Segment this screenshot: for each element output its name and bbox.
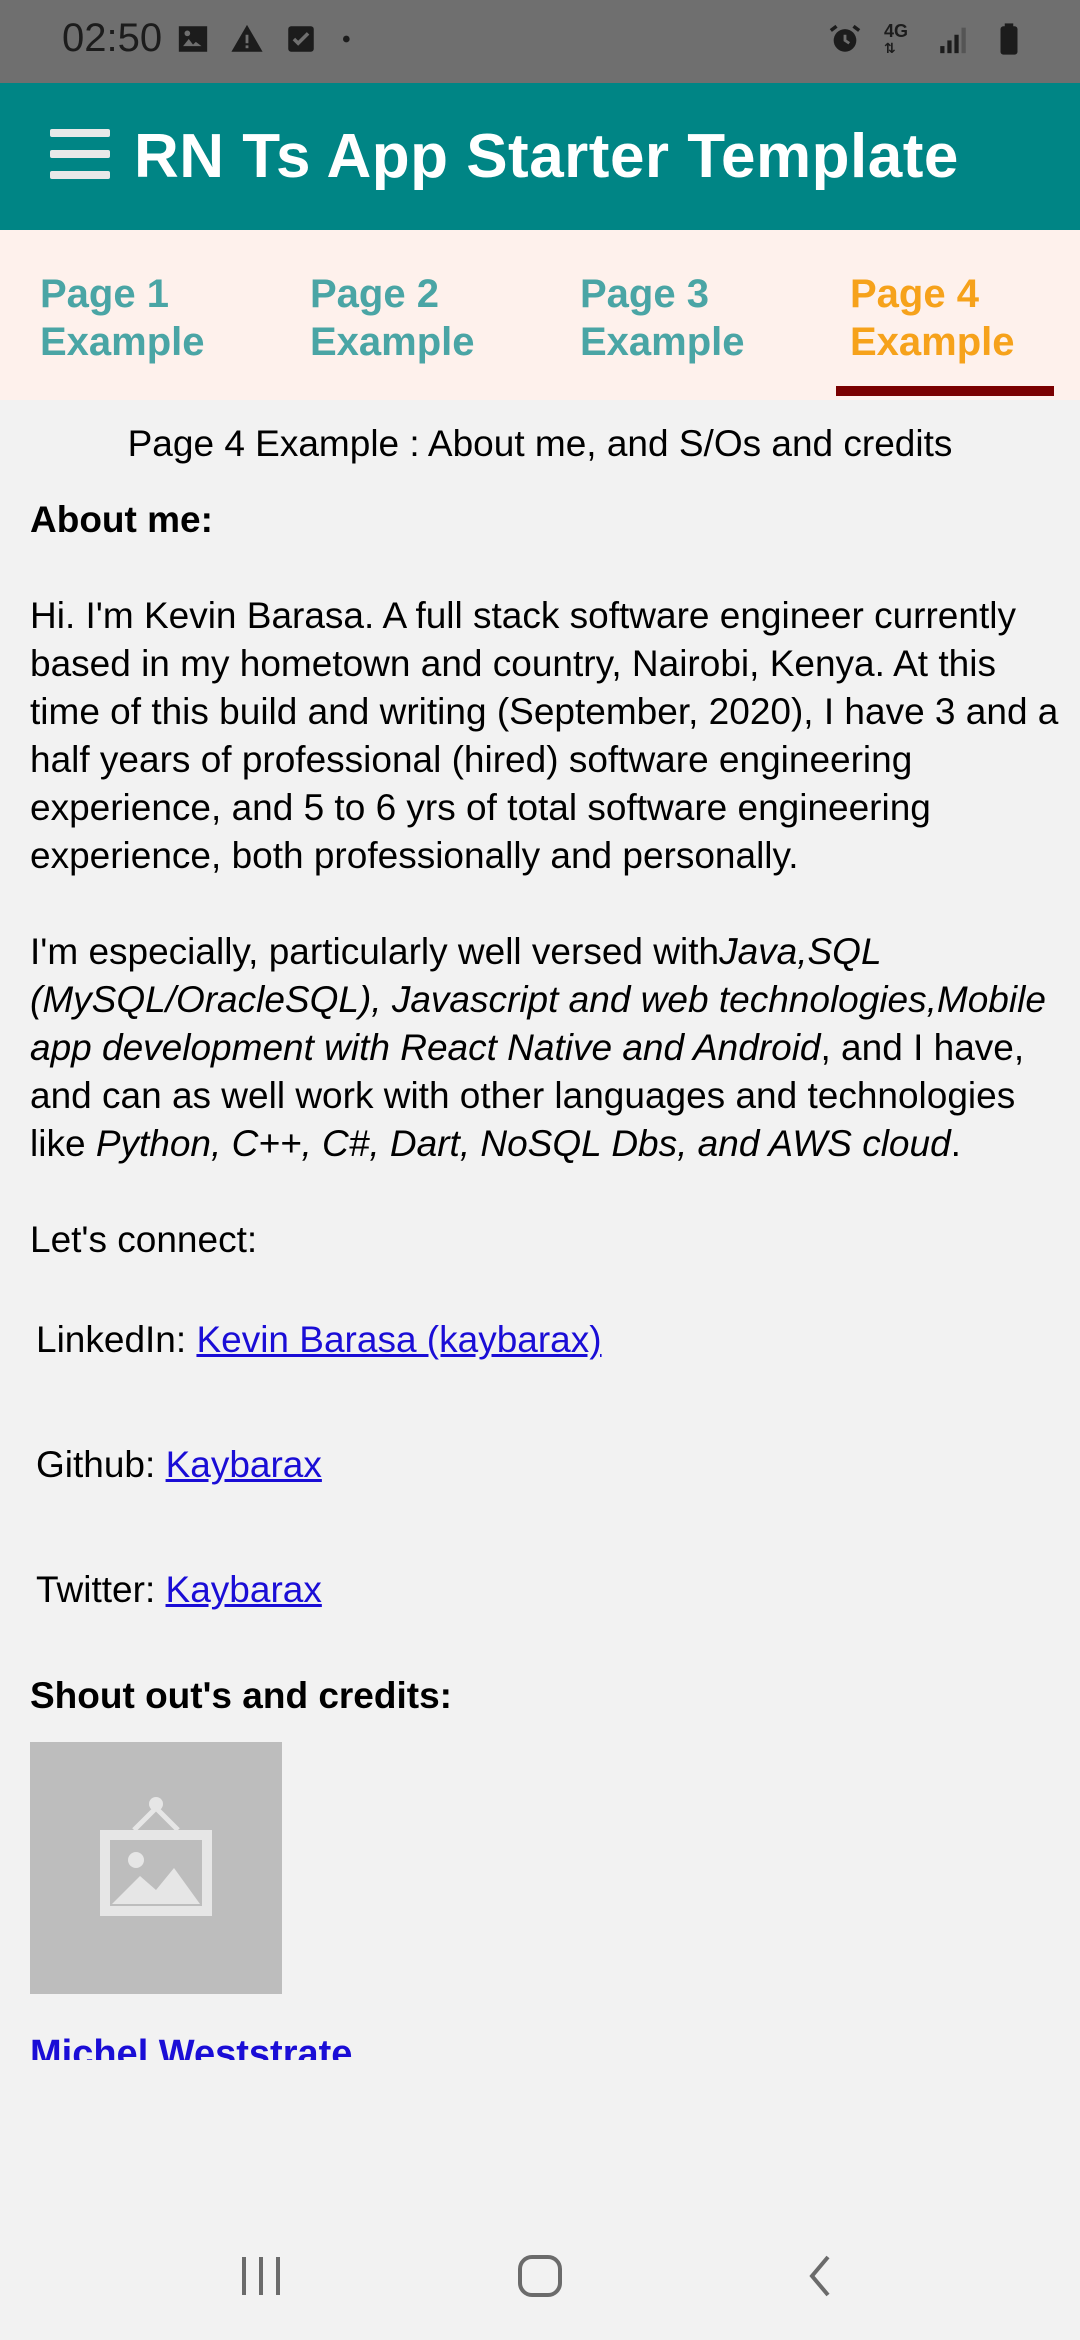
social-row-github: Github: Kaybarax <box>36 1441 1060 1566</box>
tab-label-line2: Example <box>310 320 475 364</box>
skills-paragraph: I'm especially, particularly well versed… <box>30 928 1060 1168</box>
skills-intro: I'm especially, particularly well versed… <box>30 931 720 972</box>
network-4g-icon: 4G ⇅ <box>884 20 909 56</box>
app-title: RN Ts App Starter Template <box>134 122 959 191</box>
image-placeholder-icon <box>100 1797 212 1916</box>
linkedin-link[interactable]: Kevin Barasa (kaybarax) <box>196 1319 601 1360</box>
tab-label-line1: Page 2 <box>310 272 439 316</box>
tab-page-3[interactable]: Page 3 Example <box>580 270 800 366</box>
recent-apps-icon[interactable] <box>238 2253 284 2299</box>
page-content[interactable]: Page 4 Example : About me, and S/Os and … <box>30 420 1060 2060</box>
social-row-twitter: Twitter: Kaybarax <box>36 1566 1060 1678</box>
about-title: About me: <box>30 499 213 540</box>
status-right-icons: 4G ⇅ <box>828 22 1026 56</box>
tab-label-line2: Example <box>850 320 1015 364</box>
battery-icon <box>1000 23 1018 55</box>
warning-icon <box>231 24 263 52</box>
network-label: 4G <box>884 20 909 41</box>
social-label: LinkedIn: <box>36 1319 197 1360</box>
tab-label-line1: Page 1 <box>40 272 169 316</box>
credit-name-link[interactable]: Michel Weststrate <box>30 2030 1060 2060</box>
status-left-icons <box>176 22 358 56</box>
image-icon <box>178 26 208 52</box>
home-icon[interactable] <box>516 2253 564 2299</box>
active-tab-indicator <box>836 386 1054 396</box>
tab-page-4[interactable]: Page 4 Example <box>850 270 1070 366</box>
checkbox-icon <box>288 26 314 52</box>
skills-end: . <box>950 1123 961 1164</box>
twitter-link[interactable]: Kaybarax <box>166 1569 322 1610</box>
page-heading: Page 4 Example : About me, and S/Os and … <box>127 423 953 464</box>
signal-icon <box>940 27 966 54</box>
credits-title: Shout out's and credits: <box>30 1675 452 1716</box>
status-bar: 02:50 4G ⇅ <box>0 0 1080 83</box>
app-bar: RN Ts App Starter Template <box>0 83 1080 230</box>
hamburger-menu-icon[interactable] <box>50 129 110 181</box>
tab-label-line2: Example <box>40 320 205 364</box>
status-time: 02:50 <box>62 16 163 60</box>
tab-bar: Page 1 Example Page 2 Example Page 3 Exa… <box>0 230 1080 400</box>
social-label: Twitter: <box>36 1569 166 1610</box>
social-row-linkedin: LinkedIn: Kevin Barasa (kaybarax) <box>36 1316 1060 1441</box>
tab-label-line1: Page 3 <box>580 272 709 316</box>
dot-icon <box>343 35 350 43</box>
social-label: Github: <box>36 1444 166 1485</box>
tab-page-1[interactable]: Page 1 Example <box>40 270 260 366</box>
github-link[interactable]: Kaybarax <box>166 1444 322 1485</box>
credit-image <box>30 1742 282 1994</box>
back-icon[interactable] <box>804 2253 836 2299</box>
tab-label-line2: Example <box>580 320 745 364</box>
tab-page-2[interactable]: Page 2 Example <box>310 270 530 366</box>
tab-label-line1: Page 4 <box>850 272 979 316</box>
skills-other: Python, C++, C#, Dart, NoSQL Dbs, and AW… <box>95 1123 951 1164</box>
about-paragraph: Hi. I'm Kevin Barasa. A full stack softw… <box>30 595 1059 876</box>
alarm-icon <box>829 24 861 52</box>
system-nav-bar <box>0 2215 1080 2340</box>
connect-label: Let's connect: <box>30 1219 258 1260</box>
